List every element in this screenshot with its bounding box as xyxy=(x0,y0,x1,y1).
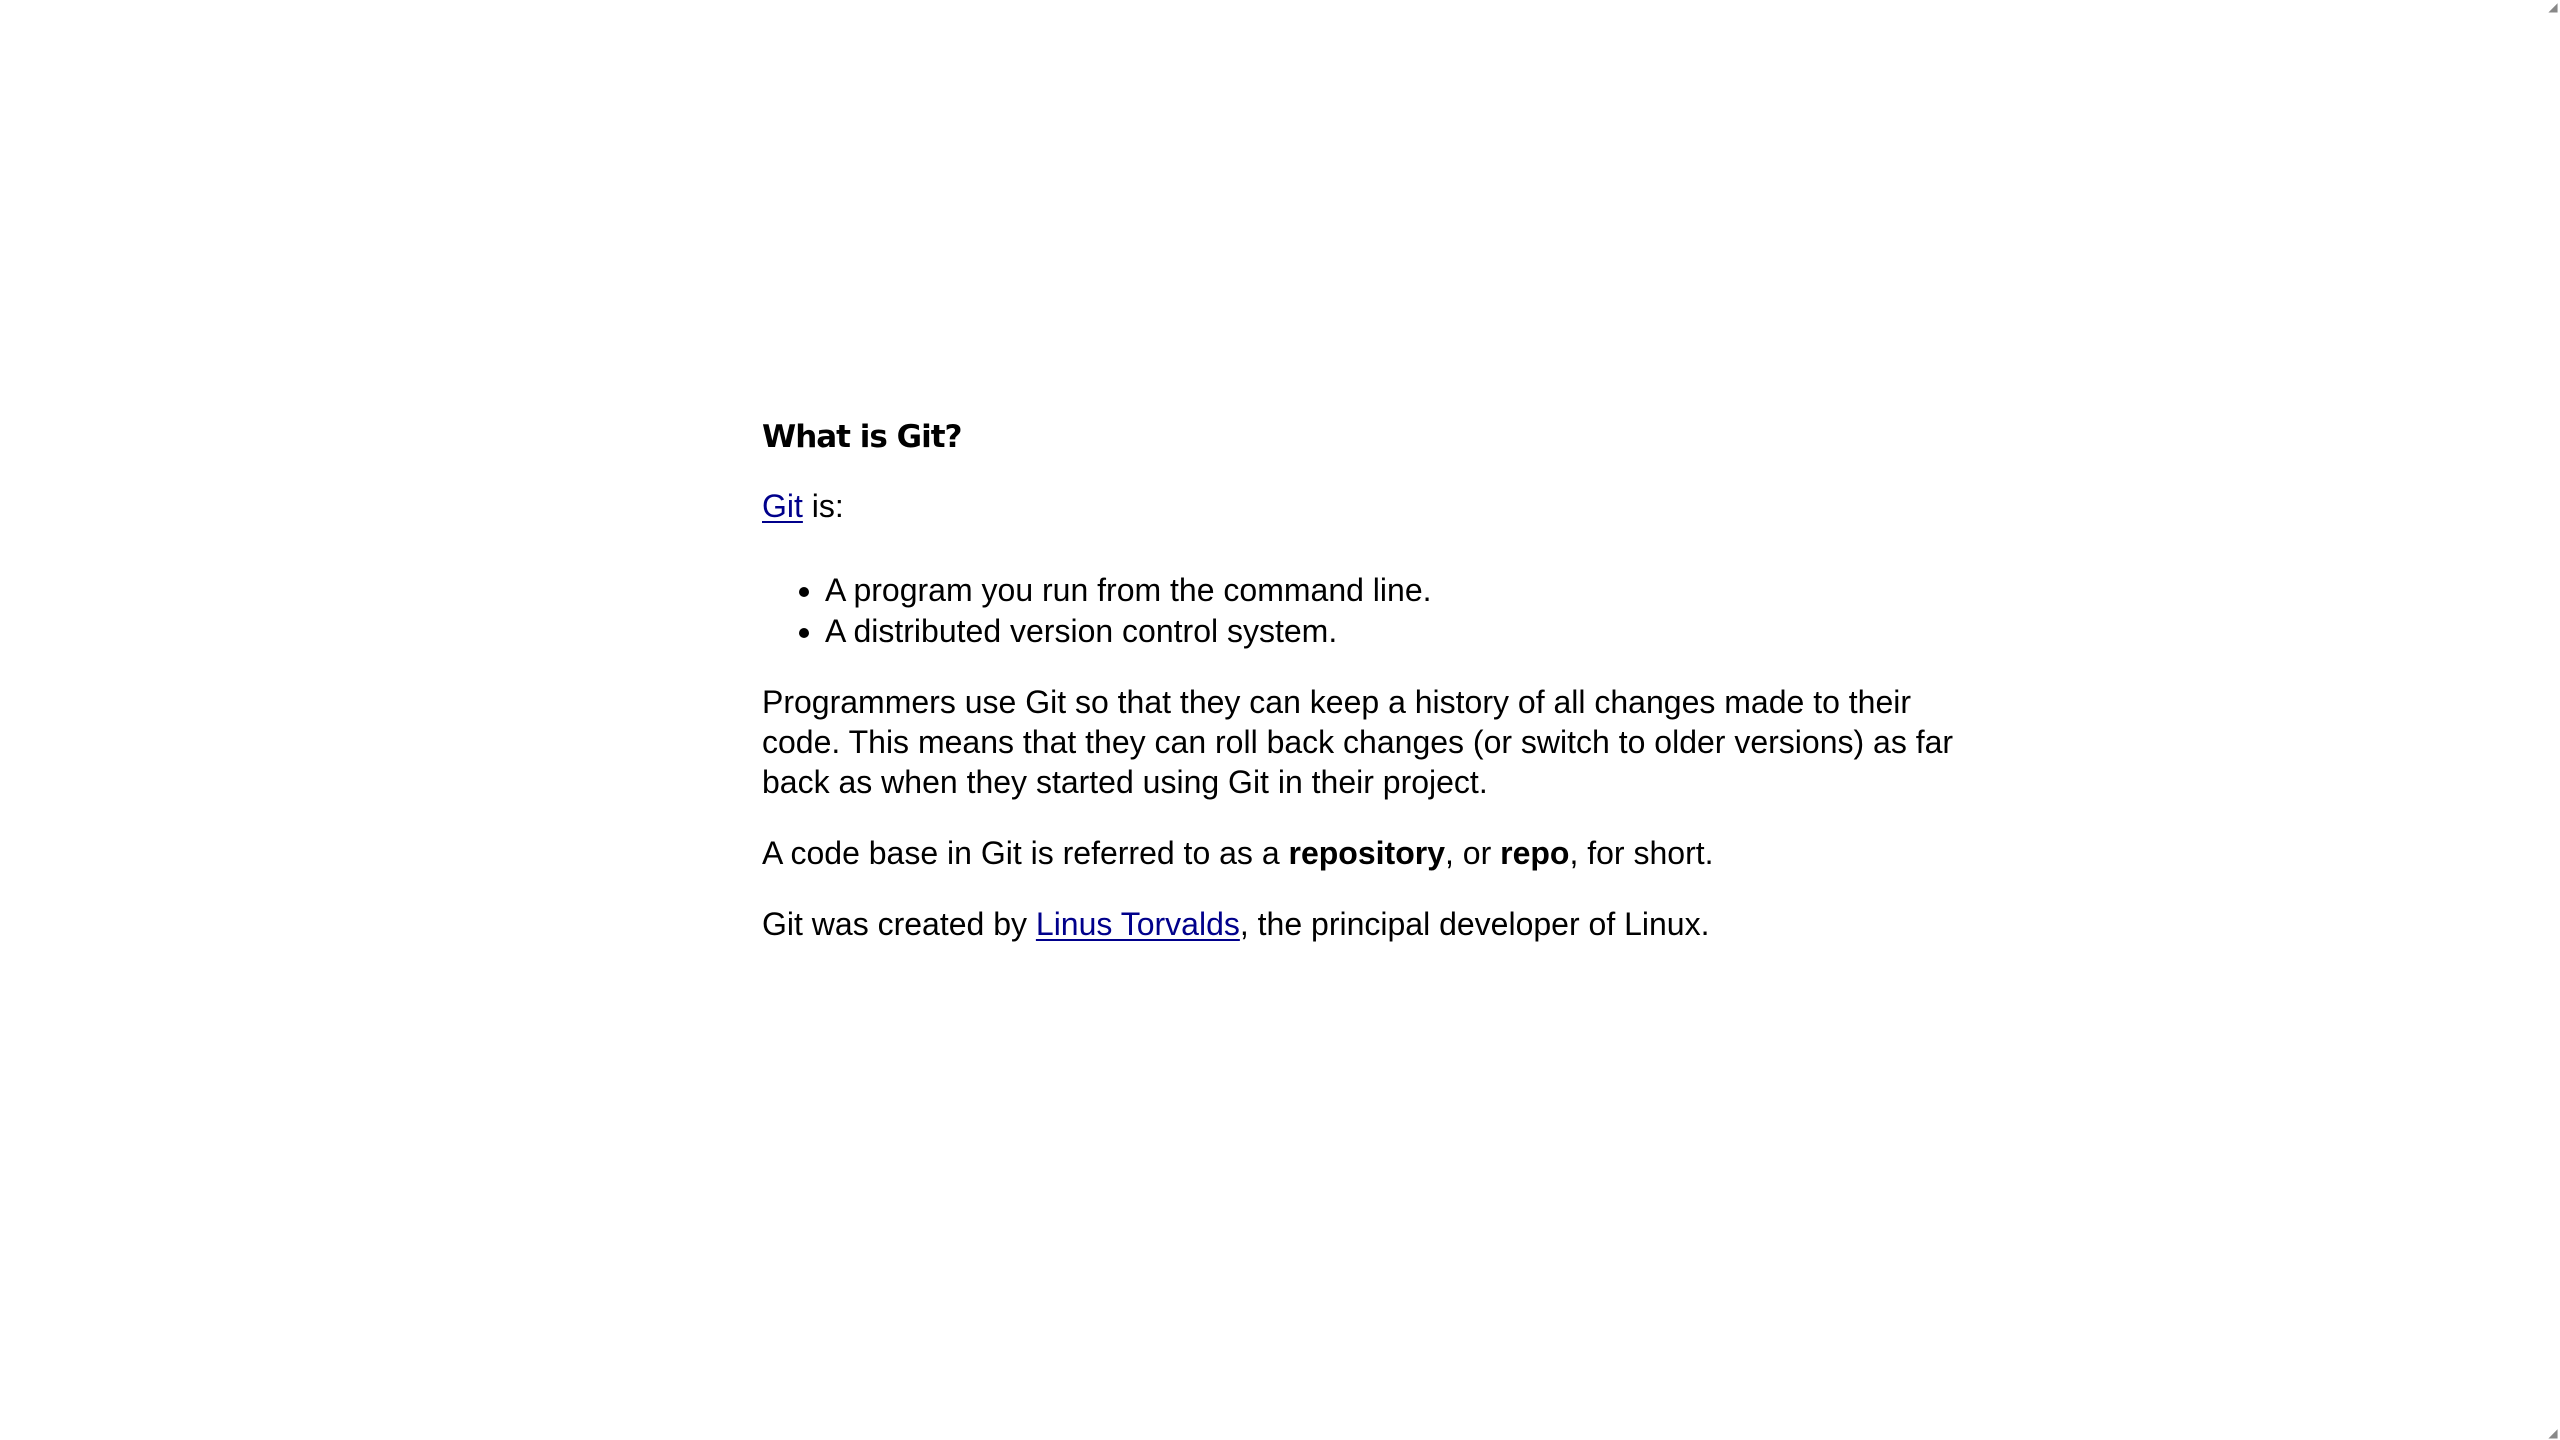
scroll-up-icon[interactable]: ◢ xyxy=(2546,0,2560,14)
repo-text-2: , or xyxy=(1444,835,1501,871)
list-item: A program you run from the command line. xyxy=(825,570,1982,611)
list-item: A distributed version control system. xyxy=(825,611,1982,652)
definition-list: A program you run from the command line.… xyxy=(762,570,1982,652)
repo-text-1: A code base in Git is referred to as a xyxy=(762,835,1289,871)
scroll-down-icon[interactable]: ◢ xyxy=(2546,1426,2560,1440)
repo-text-3: , for short. xyxy=(1569,835,1714,871)
history-paragraph: Programmers use Git so that they can kee… xyxy=(762,684,1954,800)
linus-torvalds-link[interactable]: Linus Torvalds xyxy=(1036,906,1240,942)
repo-term: repo xyxy=(1500,835,1570,871)
creator-text-1: Git was created by xyxy=(762,906,1036,942)
git-link[interactable]: Git xyxy=(762,488,803,524)
page-title: What is Git? xyxy=(762,419,963,455)
intro-paragraph: Git is: xyxy=(762,486,1982,526)
article: What is Git? Git is: A program you run f… xyxy=(762,414,1982,944)
creator-text-2: , the principal developer of Linux. xyxy=(1239,906,1710,942)
repository-term: repository xyxy=(1288,835,1445,871)
intro-suffix: is: xyxy=(802,488,844,524)
creator-paragraph: Git was created by Linus Torvalds, the p… xyxy=(762,904,1982,944)
page: What is Git? Git is: A program you run f… xyxy=(0,0,2560,1440)
repository-paragraph: A code base in Git is referred to as a r… xyxy=(762,833,1982,873)
